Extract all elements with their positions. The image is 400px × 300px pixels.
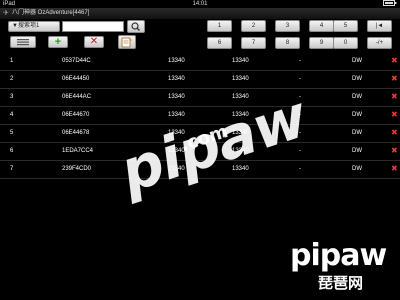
wrench-icon: ✈ (3, 10, 9, 17)
list-icon (17, 39, 29, 46)
key-8[interactable]: 8 (275, 37, 300, 49)
search-field-select[interactable]: ▼搜索项1 (8, 21, 60, 32)
delete-row-icon[interactable]: ✖ (391, 106, 398, 124)
address-cell: 06E444AC (62, 94, 92, 100)
type-cell: DW (352, 166, 362, 172)
table-row[interactable]: 2 06E44450 13340 13340 - DW ✖ (0, 70, 400, 89)
value-cell: 13340 (168, 94, 185, 100)
address-cell: 06E44450 (62, 76, 90, 82)
add-button[interactable]: + (48, 36, 68, 48)
delete-row-icon[interactable]: ✖ (391, 160, 398, 178)
value-cell: 13340 (168, 76, 185, 82)
status-cell: - (299, 58, 301, 64)
key-5[interactable]: 5 (333, 20, 358, 32)
original-value-cell: 13340 (232, 58, 249, 64)
row-index: 1 (10, 58, 14, 64)
type-cell: DW (352, 112, 362, 118)
delete-row-icon[interactable]: ✖ (391, 52, 398, 70)
delete-row-icon[interactable]: ✖ (391, 70, 398, 88)
address-cell: 0537D44C (62, 58, 91, 64)
delete-row-icon[interactable]: ✖ (391, 142, 398, 160)
key-7[interactable]: 7 (241, 37, 266, 49)
key-0[interactable]: 0 (333, 37, 358, 49)
search-input[interactable] (62, 21, 124, 32)
search-button[interactable] (127, 20, 145, 33)
type-cell: DW (352, 148, 362, 154)
key-1[interactable]: 1 (207, 20, 232, 32)
key-4[interactable]: 4 (309, 20, 334, 32)
delete-row-icon[interactable]: ✖ (391, 124, 398, 142)
key-6[interactable]: 6 (207, 37, 232, 49)
table-row[interactable]: 1 0537D44C 13340 13340 - DW ✖ (0, 52, 400, 71)
status-cell: - (299, 76, 301, 82)
corner-watermark-logo: pipaw (290, 238, 387, 273)
key-2[interactable]: 2 (241, 20, 266, 32)
delete-row-icon[interactable]: ✖ (391, 88, 398, 106)
first-page-button[interactable]: |◄ (367, 20, 392, 32)
original-value-cell: 13340 (232, 76, 249, 82)
search-icon (131, 22, 140, 31)
address-cell: 06E44670 (62, 112, 90, 118)
app-title: 八门神器 OzAdventure[4467] (12, 10, 90, 16)
address-cell: 1EDA7CC4 (62, 148, 94, 154)
address-cell: 239F4CD0 (62, 166, 92, 172)
plus-icon: + (54, 36, 62, 48)
row-index: 4 (10, 112, 14, 118)
table-row[interactable]: 3 06E444AC 13340 13340 - DW ✖ (0, 88, 400, 107)
cross-icon: ✕ (89, 36, 99, 47)
key-9[interactable]: 9 (309, 37, 334, 49)
row-index: 7 (10, 166, 14, 172)
document-edit-icon (121, 37, 132, 48)
status-cell: - (299, 166, 301, 172)
sign-toggle-button[interactable]: -/+ (367, 37, 392, 49)
value-cell: 13340 (168, 58, 185, 64)
type-cell: DW (352, 94, 362, 100)
row-index: 2 (10, 76, 14, 82)
edit-document-button[interactable] (118, 35, 136, 49)
list-menu-button[interactable] (10, 36, 36, 48)
type-cell: DW (352, 130, 362, 136)
type-cell: DW (352, 76, 362, 82)
type-cell: DW (352, 58, 362, 64)
address-cell: 06E44678 (62, 130, 90, 136)
key-3[interactable]: 3 (275, 20, 300, 32)
row-index: 6 (10, 148, 14, 154)
row-index: 5 (10, 130, 14, 136)
row-index: 3 (10, 94, 14, 100)
status-time: 14:01 (192, 1, 208, 7)
delete-all-button[interactable]: ✕ (84, 36, 104, 48)
status-bar: iPad 14:01 (0, 0, 400, 8)
toolbar: ▼搜索项1 + ✕ 1 2 3 4 5 |◄ 6 7 8 9 0 -/+ (0, 19, 400, 56)
corner-watermark-subtitle: 琵琶网 (318, 274, 364, 292)
